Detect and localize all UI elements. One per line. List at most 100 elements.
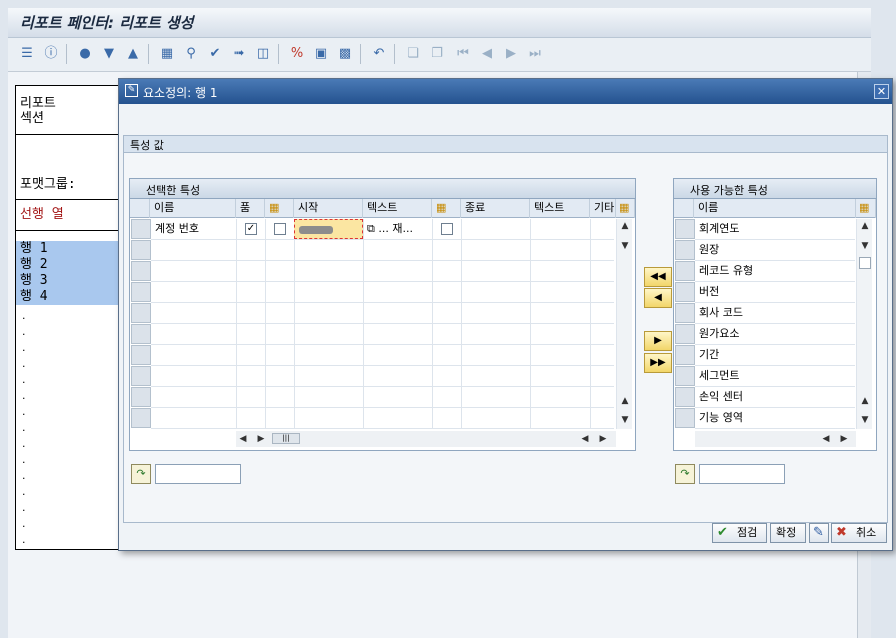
product-checkbox[interactable]: ✓ (245, 223, 257, 235)
move-all-right-button[interactable]: ▶▶ (644, 353, 672, 373)
column-settings-icon[interactable]: ▦ (616, 199, 635, 218)
col-from-text[interactable]: 텍스트 (363, 199, 432, 218)
row-selector[interactable] (675, 324, 695, 344)
add-value-icon[interactable]: ↷ (131, 464, 151, 484)
frame-icon[interactable]: ▣ (312, 45, 330, 63)
move-right-button[interactable]: ▶ (644, 331, 672, 351)
percent-icon[interactable]: % (288, 45, 306, 63)
edit-button[interactable]: ✎ (809, 523, 829, 543)
scroll-up-icon[interactable]: ▲ (860, 221, 870, 231)
add-value-icon[interactable]: ↷ (675, 464, 695, 484)
list-item[interactable]: 기간 (695, 345, 855, 366)
row-selector[interactable] (131, 387, 151, 407)
list-item[interactable]: 원가요소 (695, 324, 855, 345)
add-row-icon[interactable]: ▦ (158, 45, 176, 63)
column-settings-icon[interactable]: ▦ (856, 199, 876, 218)
table-row[interactable]: 계정 번호 ✓ ⧉ ... 재... (151, 219, 614, 240)
col-from[interactable]: 시작 (294, 199, 363, 218)
row-item-4[interactable]: 행 4 (16, 289, 124, 305)
paste-icon[interactable]: ❐ (428, 45, 446, 63)
trash-icon[interactable]: ◫ (254, 45, 272, 63)
zoom-icon[interactable]: ⚲ (182, 45, 200, 63)
prev-icon[interactable]: ◀ (478, 45, 496, 63)
scroll-up-icon[interactable]: ▲ (620, 396, 630, 406)
row-selector[interactable] (675, 282, 695, 302)
check-icon[interactable]: ✔ (206, 45, 224, 63)
scroll-right-icon[interactable]: ▶ (256, 434, 266, 444)
first-icon[interactable]: ⏮ (454, 45, 472, 63)
row-selector[interactable] (675, 387, 695, 407)
row-selector[interactable] (131, 219, 151, 239)
col-product[interactable]: 품 (236, 199, 265, 218)
scroll-down-icon[interactable]: ▼ (860, 241, 870, 251)
row-selector[interactable] (131, 345, 151, 365)
row-selector[interactable] (675, 219, 695, 239)
col-to[interactable]: 종료 (461, 199, 530, 218)
org-icon[interactable]: ▲ (124, 45, 142, 63)
row-selector[interactable] (131, 408, 151, 428)
available-vertical-scrollbar[interactable]: ▲ ▼ ▲ ▼ (856, 219, 872, 429)
info-icon[interactable]: ⓘ (42, 45, 60, 63)
row-selector[interactable] (131, 366, 151, 386)
check-button[interactable]: ✔ 점검 (712, 523, 767, 543)
col-exclude-icon[interactable]: ▦ (265, 199, 294, 218)
row-selector[interactable] (675, 261, 695, 281)
row-selector[interactable] (675, 240, 695, 260)
last-icon[interactable]: ⏭ (526, 45, 544, 63)
available-search-input[interactable] (699, 464, 785, 484)
row-selector[interactable] (131, 303, 151, 323)
cancel-button[interactable]: ✖ 취소 (831, 523, 887, 543)
row-item-1[interactable]: 행 1 (16, 241, 124, 257)
list-item[interactable]: 회사 코드 (695, 303, 855, 324)
exclude-checkbox[interactable] (274, 223, 286, 235)
filter-icon[interactable]: ▼ (100, 45, 118, 63)
row-selector[interactable] (675, 366, 695, 386)
cursor-icon[interactable]: ➟ (230, 45, 248, 63)
scroll-up-icon[interactable]: ▲ (860, 396, 870, 406)
from-value-input[interactable] (294, 219, 363, 239)
scroll-thumb[interactable]: ||| (272, 433, 300, 444)
available-horizontal-scrollbar[interactable]: ◀ ▶ (695, 431, 856, 447)
row-selector[interactable] (131, 261, 151, 281)
confirm-button[interactable]: 확정 (770, 523, 806, 543)
scroll-down-icon[interactable]: ▼ (620, 415, 630, 425)
list-item[interactable]: 버전 (695, 282, 855, 303)
doc-icon[interactable]: ▩ (336, 45, 354, 63)
col-to-text[interactable]: 텍스트 (530, 199, 590, 218)
col-other[interactable]: 기타 (590, 199, 616, 218)
scroll-up-icon[interactable]: ▲ (620, 221, 630, 231)
row-selector[interactable] (675, 303, 695, 323)
exclude-to-checkbox[interactable] (441, 223, 453, 235)
copy-icon[interactable]: ❏ (404, 45, 422, 63)
row-selector[interactable] (131, 324, 151, 344)
lock-icon[interactable]: ● (76, 45, 94, 63)
list-item[interactable]: 세그먼트 (695, 366, 855, 387)
list-item[interactable]: 기능 영역 (695, 408, 855, 429)
list-item[interactable]: 회계연도 (695, 219, 855, 240)
row-selector[interactable] (131, 282, 151, 302)
selected-search-input[interactable] (155, 464, 241, 484)
row-selector[interactable] (675, 345, 695, 365)
scroll-left-icon[interactable]: ◀ (238, 434, 248, 444)
scroll-right-icon[interactable]: ▶ (598, 434, 608, 444)
copy-icon[interactable]: ⧉ (367, 222, 375, 235)
selected-horizontal-scrollbar[interactable]: ◀ ▶ ||| ◀ ▶ (236, 431, 616, 447)
col-exclude2-icon[interactable]: ▦ (432, 199, 461, 218)
col-name[interactable]: 이름 (150, 199, 236, 218)
scroll-right-icon[interactable]: ▶ (839, 434, 849, 444)
scroll-left-icon[interactable]: ◀ (580, 434, 590, 444)
scroll-thumb[interactable] (859, 257, 871, 269)
selected-vertical-scrollbar[interactable]: ▲ ▼ ▲ ▼ (616, 219, 632, 429)
next-icon[interactable]: ▶ (502, 45, 520, 63)
move-left-button[interactable]: ◀ (644, 288, 672, 308)
scroll-down-icon[interactable]: ▼ (860, 415, 870, 425)
list-item[interactable]: 원장 (695, 240, 855, 261)
hierarchy-icon[interactable]: ☰ (18, 45, 36, 63)
row-item-3[interactable]: 행 3 (16, 273, 124, 289)
undo-icon[interactable]: ↶ (370, 45, 388, 63)
row-item-2[interactable]: 행 2 (16, 257, 124, 273)
col-available-name[interactable]: 이름 (694, 199, 856, 218)
list-item[interactable]: 레코드 유형 (695, 261, 855, 282)
move-all-left-button[interactable]: ◀◀ (644, 267, 672, 287)
row-selector[interactable] (675, 408, 695, 428)
